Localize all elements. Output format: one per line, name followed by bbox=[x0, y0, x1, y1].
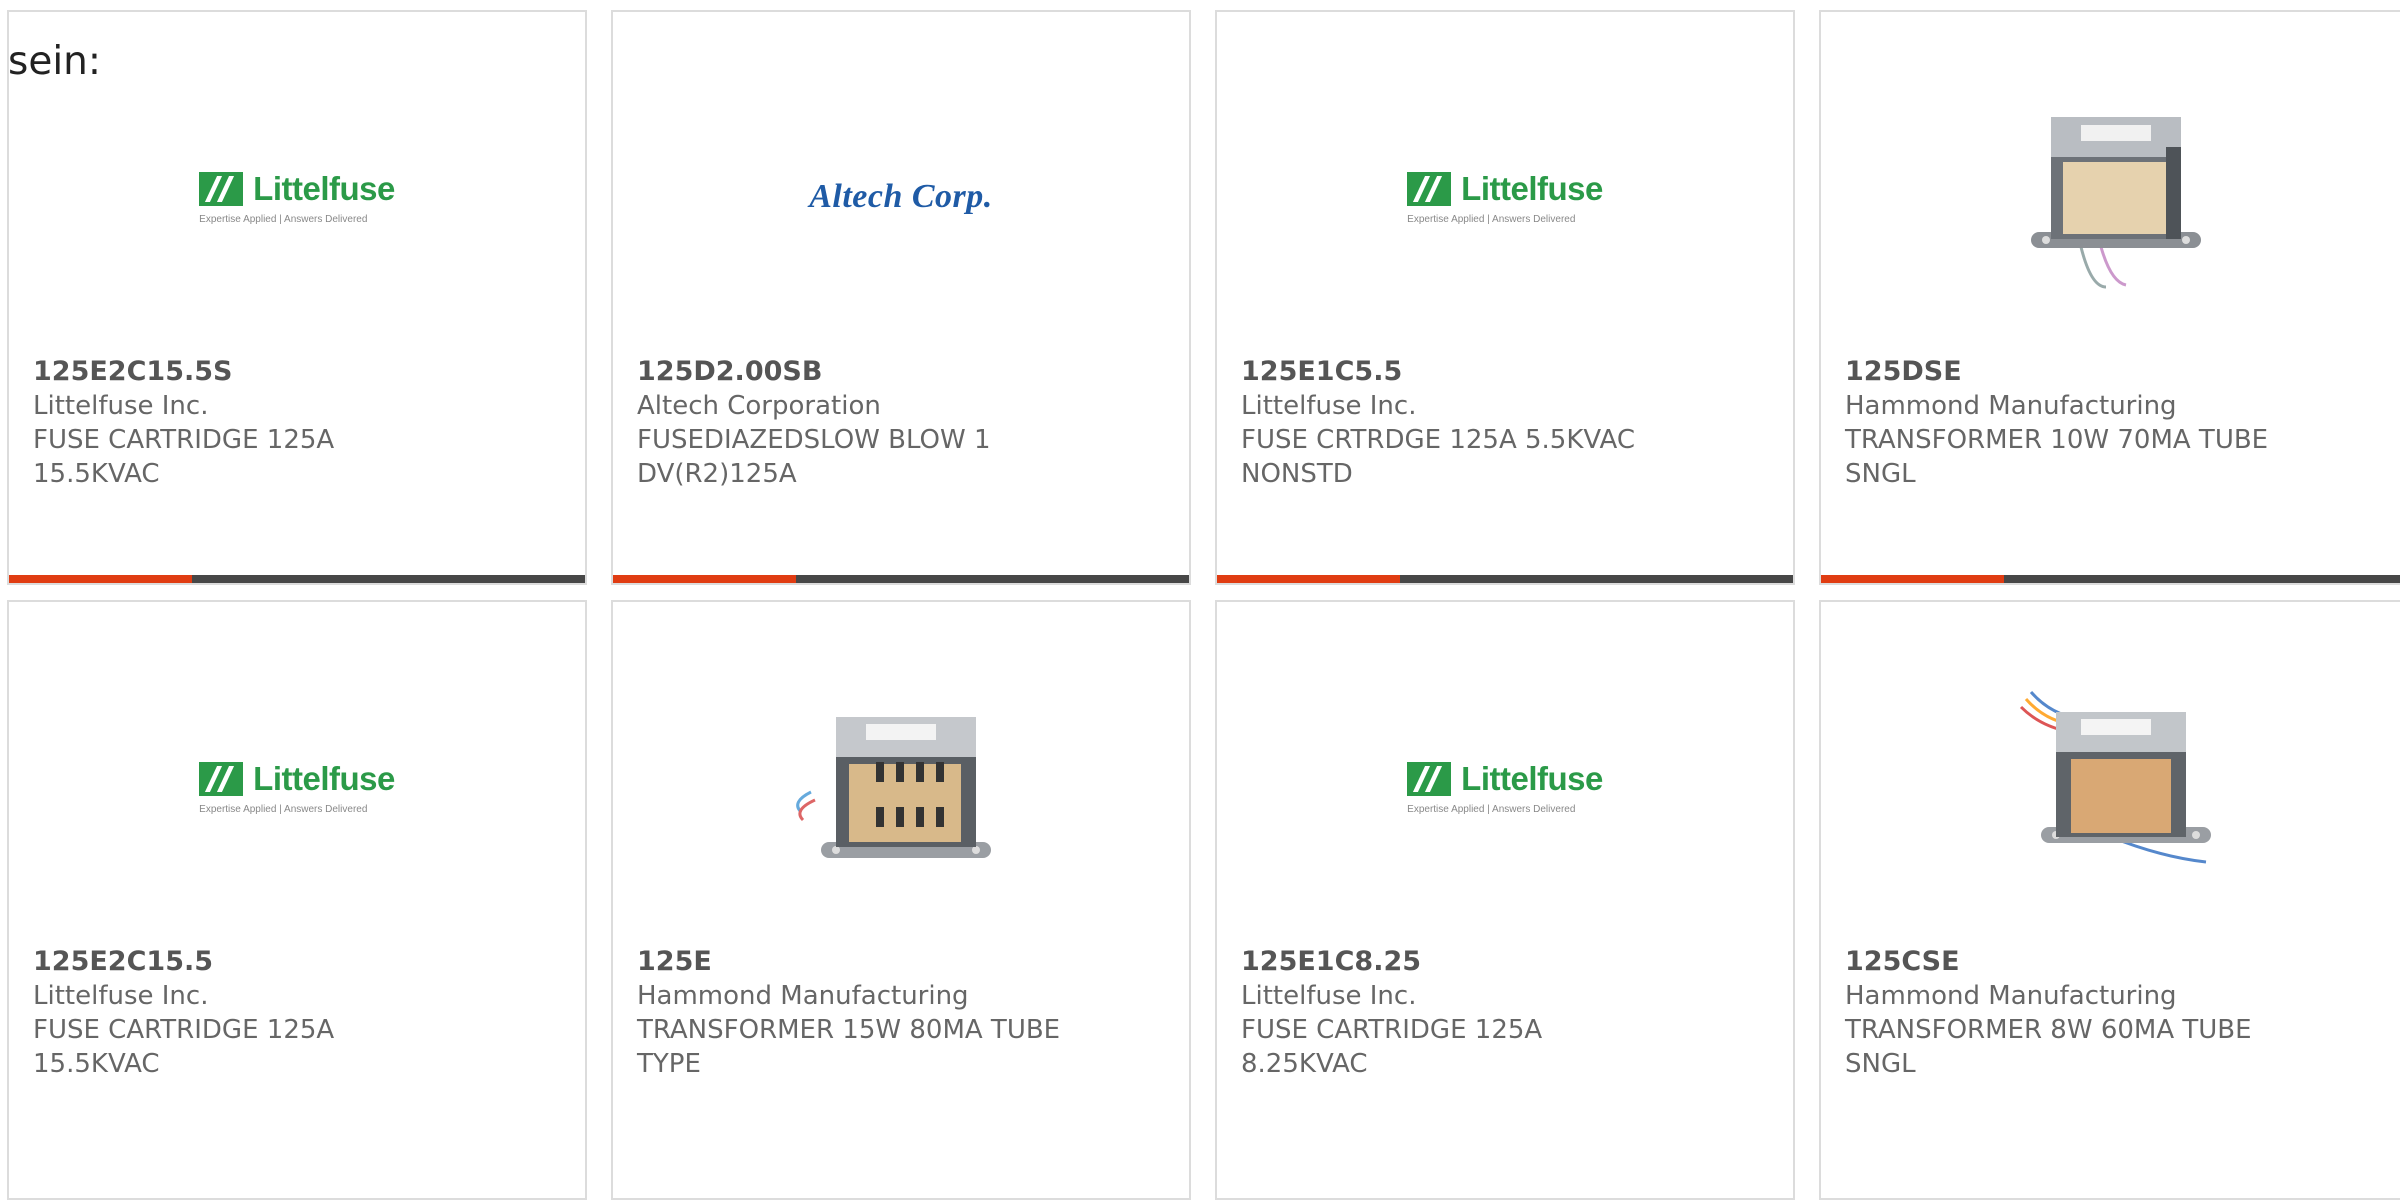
manufacturer: Altech Corporation bbox=[637, 391, 881, 421]
littelfuse-logo: Littelfuse Expertise Applied | Answers D… bbox=[1407, 169, 1603, 225]
product-card[interactable]: Altech Corp. 125D2.00SB Altech Corporati… bbox=[611, 10, 1191, 585]
card-bottom-bar bbox=[9, 575, 585, 583]
product-image[interactable] bbox=[1821, 657, 2400, 917]
part-number[interactable]: 125E bbox=[637, 945, 1165, 979]
product-card[interactable]: 125CSE Hammond Manufacturing TRANSFORMER… bbox=[1819, 600, 2400, 1200]
description-line: FUSE CARTRIDGE 125A bbox=[1241, 1015, 1543, 1045]
card-bottom-bar bbox=[1217, 575, 1793, 583]
description-line: 8.25KVAC bbox=[1241, 1049, 1368, 1079]
product-image[interactable]: Littelfuse Expertise Applied | Answers D… bbox=[1217, 657, 1793, 917]
description-line: TRANSFORMER 8W 60MA TUBE bbox=[1845, 1015, 2252, 1045]
product-card[interactable]: Littelfuse Expertise Applied | Answers D… bbox=[1215, 600, 1795, 1200]
manufacturer: Littelfuse Inc. bbox=[1241, 391, 1417, 421]
manufacturer: Hammond Manufacturing bbox=[637, 981, 969, 1011]
description-line: 15.5KVAC bbox=[33, 1049, 160, 1079]
product-card[interactable]: 125DSE Hammond Manufacturing TRANSFORMER… bbox=[1819, 10, 2400, 585]
description-line: TRANSFORMER 10W 70MA TUBE bbox=[1845, 425, 2269, 455]
part-number[interactable]: 125E1C8.25 bbox=[1241, 945, 1769, 979]
product-image[interactable]: Littelfuse Expertise Applied | Answers D… bbox=[9, 657, 585, 917]
littelfuse-logo: Littelfuse Expertise Applied | Answers D… bbox=[199, 169, 395, 225]
product-card[interactable]: Littelfuse Expertise Applied | Answers D… bbox=[7, 10, 587, 585]
description-line: TYPE bbox=[637, 1049, 701, 1079]
card-bottom-bar bbox=[1821, 575, 2400, 583]
part-number[interactable]: 125CSE bbox=[1845, 945, 2376, 979]
manufacturer: Littelfuse Inc. bbox=[33, 391, 209, 421]
littelfuse-mark-icon bbox=[1407, 761, 1452, 796]
description-line: NONSTD bbox=[1241, 459, 1353, 489]
product-card[interactable]: Littelfuse Expertise Applied | Answers D… bbox=[7, 600, 587, 1200]
description-line: FUSE CARTRIDGE 125A bbox=[33, 1015, 335, 1045]
product-image[interactable]: Littelfuse Expertise Applied | Answers D… bbox=[1217, 67, 1793, 327]
product-card[interactable]: Littelfuse Expertise Applied | Answers D… bbox=[1215, 10, 1795, 585]
product-image[interactable]: Altech Corp. bbox=[613, 67, 1189, 327]
description-line: FUSEDIAZEDSLOW BLOW 1 bbox=[637, 425, 991, 455]
transformer-image bbox=[2030, 117, 2201, 289]
intro-text: sein: bbox=[8, 39, 102, 84]
description-line: DV(R2)125A bbox=[637, 459, 797, 489]
description-line: FUSE CARTRIDGE 125A bbox=[33, 425, 335, 455]
manufacturer: Hammond Manufacturing bbox=[1845, 391, 2177, 421]
manufacturer: Hammond Manufacturing bbox=[1845, 981, 2177, 1011]
part-number[interactable]: 125D2.00SB bbox=[637, 355, 1165, 389]
littelfuse-mark-icon bbox=[199, 761, 244, 796]
part-number[interactable]: 125E2C15.5 bbox=[33, 945, 561, 979]
card-bottom-bar bbox=[613, 575, 1189, 583]
description-line: SNGL bbox=[1845, 459, 1916, 489]
product-card[interactable]: 125E Hammond Manufacturing TRANSFORMER 1… bbox=[611, 600, 1191, 1200]
description-line: FUSE CRTRDGE 125A 5.5KVAC bbox=[1241, 425, 1635, 455]
description-line: 15.5KVAC bbox=[33, 459, 160, 489]
description-line: SNGL bbox=[1845, 1049, 1916, 1079]
manufacturer: Littelfuse Inc. bbox=[1241, 981, 1417, 1011]
product-image[interactable]: Littelfuse Expertise Applied | Answers D… bbox=[9, 67, 585, 327]
transformer-image bbox=[796, 717, 991, 858]
part-number[interactable]: 125E1C5.5 bbox=[1241, 355, 1769, 389]
transformer-image bbox=[2019, 691, 2211, 864]
product-image[interactable] bbox=[1821, 67, 2400, 327]
part-number[interactable]: 125DSE bbox=[1845, 355, 2376, 389]
part-number[interactable]: 125E2C15.5S bbox=[33, 355, 561, 389]
littelfuse-mark-icon bbox=[199, 171, 244, 206]
manufacturer: Littelfuse Inc. bbox=[33, 981, 209, 1011]
description-line: TRANSFORMER 15W 80MA TUBE bbox=[637, 1015, 1061, 1045]
product-image[interactable] bbox=[613, 657, 1189, 917]
littelfuse-logo: Littelfuse Expertise Applied | Answers D… bbox=[1407, 759, 1603, 815]
altech-logo: Altech Corp. bbox=[809, 178, 993, 215]
littelfuse-mark-icon bbox=[1407, 171, 1452, 206]
littelfuse-logo: Littelfuse Expertise Applied | Answers D… bbox=[199, 759, 395, 815]
